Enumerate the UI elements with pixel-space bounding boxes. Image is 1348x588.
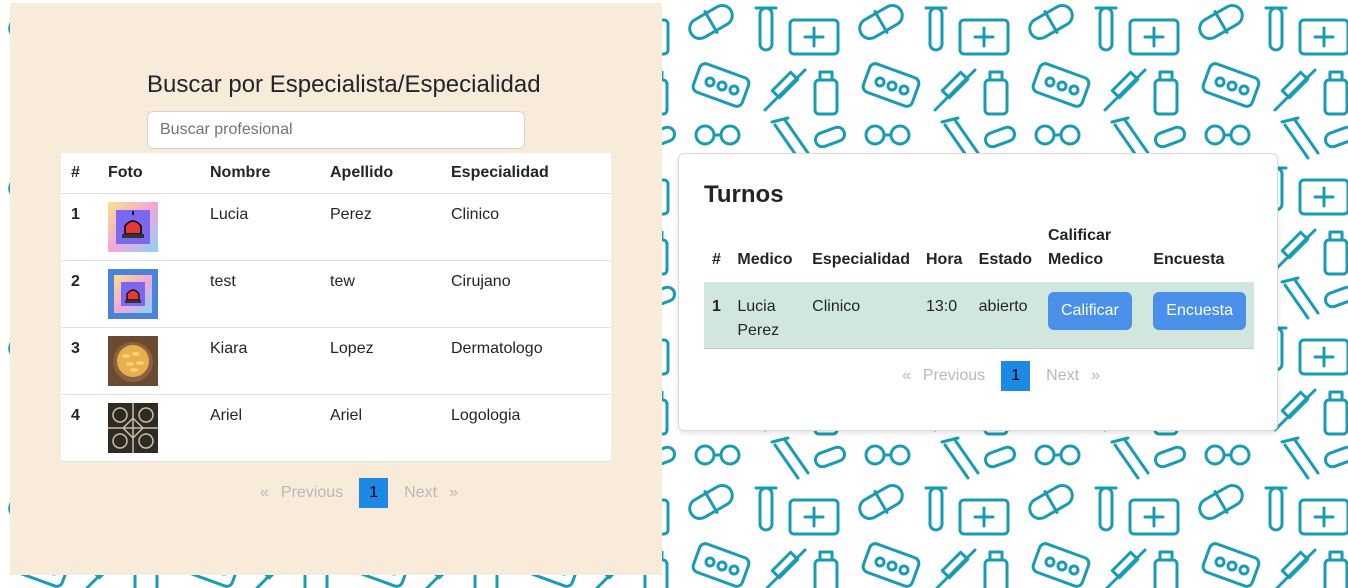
photo-cell	[98, 394, 200, 462]
calificar-header-line2: Medico	[1048, 251, 1104, 268]
table-row[interactable]: 3 Kiara Lopez Dermatologo	[61, 327, 611, 395]
search-title: Buscar por Especialista/Especialidad	[147, 71, 541, 98]
next-arrow[interactable]: »	[443, 484, 464, 502]
column-header-estado: Estado	[970, 224, 1040, 283]
column-header-calificar: Calificar Medico	[1040, 224, 1146, 283]
food-photo	[108, 335, 158, 386]
nombre-cell: Lucia	[200, 193, 320, 261]
hora-cell: 13:0	[917, 282, 971, 349]
prev-arrow[interactable]: «	[254, 484, 275, 502]
row-number: 1	[61, 193, 98, 261]
current-page[interactable]: 1	[1001, 361, 1031, 391]
turnos-title: Turnos	[704, 181, 784, 208]
pattern-photo	[108, 402, 158, 453]
column-header-apellido: Apellido	[320, 153, 441, 194]
especialidad-cell: Logologia	[441, 394, 611, 462]
turnos-card: Turnos # Medico Especialidad Hora Estado…	[678, 153, 1278, 431]
turno-row: 1 Lucia Perez Clinico 13:0 abierto Calif…	[704, 282, 1254, 349]
especialidad-cell: Dermatologo	[441, 327, 611, 395]
table-row[interactable]: 4 Ariel Ariel Logologia	[61, 394, 611, 462]
calificar-cell: Calificar	[1040, 282, 1146, 349]
search-input[interactable]	[147, 111, 525, 149]
encuesta-cell: Encuesta	[1145, 282, 1254, 349]
column-header-num: #	[61, 153, 98, 194]
column-header-foto: Foto	[98, 153, 200, 194]
turnos-header-row: # Medico Especialidad Hora Estado Califi…	[704, 224, 1254, 283]
prev-page-link[interactable]: Previous	[275, 484, 349, 502]
nombre-cell: Ariel	[200, 394, 320, 462]
next-arrow[interactable]: »	[1085, 367, 1106, 385]
row-number: 3	[61, 327, 98, 395]
apellido-cell: Lopez	[320, 327, 441, 395]
search-panel: Buscar por Especialista/Especialidad # F…	[10, 3, 662, 575]
next-page-link[interactable]: Next	[398, 484, 443, 502]
photo-cell	[98, 327, 200, 395]
row-number: 4	[61, 394, 98, 462]
row-number: 2	[61, 260, 98, 328]
prev-arrow[interactable]: «	[896, 367, 917, 385]
siren-icon	[108, 268, 158, 319]
column-header-num: #	[704, 224, 730, 283]
especialidad-cell: Clinico	[441, 193, 611, 261]
table-row[interactable]: 1 Lucia Perez Clinico	[61, 193, 611, 261]
apellido-cell: Perez	[320, 193, 441, 261]
medico-first-name: Lucia	[737, 298, 776, 315]
column-header-especialidad: Especialidad	[804, 224, 918, 283]
specialists-table: # Foto Nombre Apellido Especialidad 1 Lu…	[61, 153, 611, 462]
apellido-cell: Ariel	[320, 394, 441, 462]
nombre-cell: Kiara	[200, 327, 320, 395]
prev-page-link[interactable]: Previous	[917, 367, 991, 385]
medico-cell: Lucia Perez	[729, 282, 805, 349]
column-header-medico: Medico	[729, 224, 805, 283]
estado-cell: abierto	[970, 282, 1040, 349]
photo-cell	[98, 260, 200, 328]
current-page[interactable]: 1	[359, 478, 389, 508]
calificar-button[interactable]: Calificar	[1048, 292, 1132, 330]
row-number: 1	[704, 282, 730, 349]
encuesta-button[interactable]: Encuesta	[1153, 292, 1246, 330]
especialidad-cell: Cirujano	[441, 260, 611, 328]
turnos-table: # Medico Especialidad Hora Estado Califi…	[704, 224, 1254, 349]
pagination-right: « Previous 1 Next »	[896, 361, 1106, 391]
medico-last-name: Perez	[737, 322, 780, 339]
column-header-hora: Hora	[917, 224, 971, 283]
table-header-row: # Foto Nombre Apellido Especialidad	[61, 153, 611, 194]
column-header-especialidad: Especialidad	[441, 153, 611, 194]
photo-cell	[98, 193, 200, 261]
especialidad-cell: Clinico	[804, 282, 918, 349]
column-header-encuesta: Encuesta	[1145, 224, 1254, 283]
calificar-header-line1: Calificar	[1048, 227, 1112, 244]
next-page-link[interactable]: Next	[1040, 367, 1085, 385]
nombre-cell: test	[200, 260, 320, 328]
siren-icon	[108, 201, 158, 252]
apellido-cell: tew	[320, 260, 441, 328]
pagination-left: « Previous 1 Next »	[254, 478, 464, 508]
table-row[interactable]: 2 test tew Cirujano	[61, 260, 611, 328]
column-header-nombre: Nombre	[200, 153, 320, 194]
